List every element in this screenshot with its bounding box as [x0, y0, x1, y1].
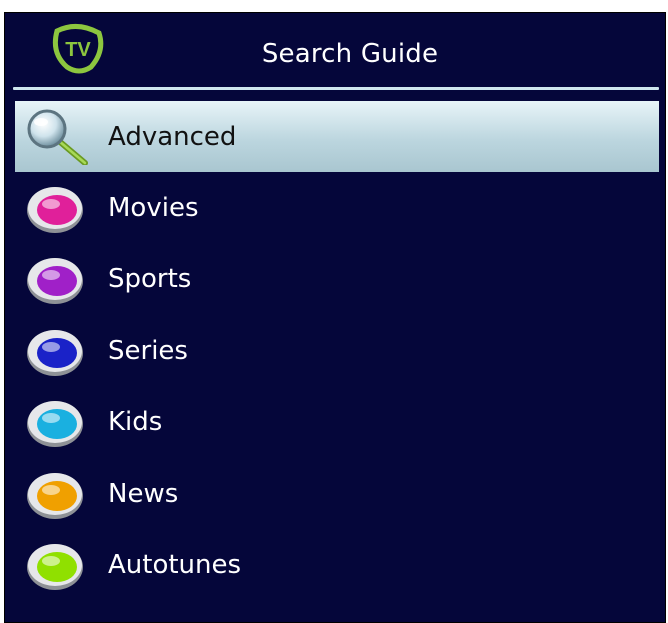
- colored-button-icon: [27, 544, 83, 591]
- search-guide-screen: TV Search Guide Advanced Movies Sports S…: [4, 12, 666, 623]
- menu-item-label: Kids: [108, 407, 163, 438]
- colored-button-icon: [27, 401, 83, 448]
- menu-item-label: News: [108, 478, 179, 509]
- menu-item-label: Autotunes: [108, 550, 242, 581]
- header: TV Search Guide: [5, 13, 665, 90]
- menu-item-label: Advanced: [108, 121, 237, 152]
- page-title: Search Guide: [261, 39, 439, 69]
- colored-button-icon: [27, 472, 83, 519]
- search-guide-menu: Advanced Movies Sports Series Kids News …: [15, 101, 659, 601]
- menu-item-kids[interactable]: Kids: [15, 387, 659, 459]
- menu-item-news[interactable]: News: [15, 458, 659, 530]
- header-divider: [13, 87, 659, 90]
- menu-item-movies[interactable]: Movies: [15, 172, 659, 244]
- colored-button-icon: [27, 329, 83, 376]
- menu-item-series[interactable]: Series: [15, 315, 659, 387]
- menu-item-autotunes[interactable]: Autotunes: [15, 530, 659, 602]
- colored-button-icon: [27, 186, 83, 233]
- menu-item-label: Series: [108, 335, 188, 366]
- magnifier-icon: [27, 109, 88, 165]
- menu-item-advanced[interactable]: Advanced: [15, 101, 659, 172]
- menu-item-label: Movies: [108, 192, 199, 223]
- colored-button-icon: [27, 258, 83, 305]
- menu-item-label: Sports: [108, 264, 192, 295]
- menu-item-sports[interactable]: Sports: [15, 244, 659, 316]
